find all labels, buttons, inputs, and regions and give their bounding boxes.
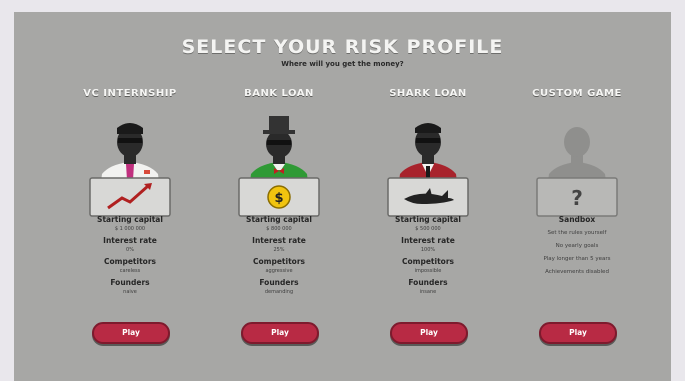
- play-button-vc[interactable]: Play: [92, 322, 170, 344]
- stat-label: Founders: [259, 278, 299, 287]
- page-subtitle: Where will you get the money?: [281, 60, 404, 68]
- stat-label: Interest rate: [401, 236, 455, 245]
- sandbox-rule: No yearly goals: [555, 243, 599, 249]
- card-title: BANK LOAN: [244, 88, 314, 99]
- card-custom-game: CUSTOM GAME ? Sandbox Set the rules your…: [517, 88, 637, 368]
- sandbox-rule: Play longer than 5 years: [543, 256, 611, 262]
- card-shark-loan: SHARK LOAN Starting capital $ 500 000 In…: [368, 88, 488, 368]
- stat-label: Starting capital: [395, 215, 461, 224]
- stat-label: Interest rate: [103, 236, 157, 245]
- stat-label: Competitors: [402, 257, 454, 266]
- card-title: CUSTOM GAME: [532, 88, 622, 99]
- stat-value: insane: [419, 289, 437, 295]
- stat-value: $ 500 000: [415, 226, 441, 232]
- card-title: SHARK LOAN: [389, 88, 467, 99]
- play-button-custom[interactable]: Play: [539, 322, 617, 344]
- risk-profile-panel: SELECT YOUR RISK PROFILE Where will you …: [14, 12, 671, 381]
- stat-value: $ 1 000 000: [114, 226, 146, 232]
- stat-value: aggressive: [265, 268, 293, 274]
- stat-label: Starting capital: [97, 215, 163, 224]
- stat-label: Interest rate: [252, 236, 306, 245]
- stat-value: careless: [119, 268, 141, 274]
- svg-text:?: ?: [571, 186, 583, 210]
- stat-value: 0%: [126, 247, 134, 253]
- play-button-bank[interactable]: Play: [241, 322, 319, 344]
- stat-value: 100%: [420, 247, 436, 253]
- page-title: SELECT YOUR RISK PROFILE: [181, 36, 504, 58]
- card-bank-loan: BANK LOAN $ Starting capital $ 800 000 I…: [219, 88, 339, 368]
- card-title: VC INTERNSHIP: [83, 88, 177, 99]
- stat-value: demanding: [264, 289, 294, 295]
- stat-value: 25%: [273, 247, 285, 253]
- stat-value: naive: [123, 289, 137, 295]
- stat-value: impossible: [414, 268, 442, 274]
- stat-label: Founders: [110, 278, 150, 287]
- stat-label: Competitors: [104, 257, 156, 266]
- sandbox-rule: Set the rules yourself: [547, 230, 607, 236]
- sandbox-rule: Achievements disabled: [545, 269, 609, 275]
- svg-text:$: $: [274, 191, 283, 206]
- stat-label: Founders: [408, 278, 448, 287]
- stat-label: Competitors: [253, 257, 305, 266]
- play-button-shark[interactable]: Play: [390, 322, 468, 344]
- sandbox-title: Sandbox: [558, 215, 596, 224]
- stat-value: $ 800 000: [266, 226, 292, 232]
- stat-label: Starting capital: [246, 215, 312, 224]
- card-vc-internship: VC INTERNSHIP Starting capital $ 1 000 0…: [70, 88, 190, 368]
